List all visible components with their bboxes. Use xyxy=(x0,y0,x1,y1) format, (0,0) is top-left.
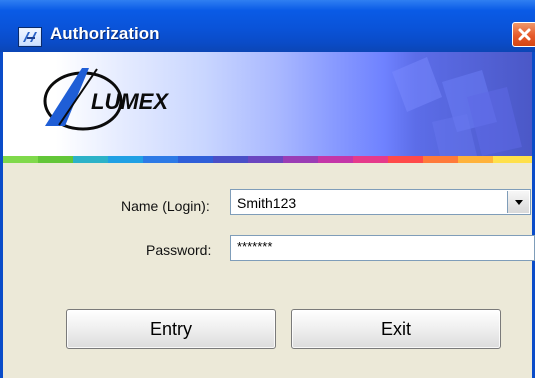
entry-button[interactable]: Entry xyxy=(66,309,276,349)
name-combobox[interactable]: Smith123 xyxy=(230,189,531,215)
strip-segment xyxy=(178,156,213,163)
name-value: Smith123 xyxy=(237,195,297,211)
color-strip xyxy=(3,156,532,163)
chevron-down-icon xyxy=(515,200,523,205)
strip-segment xyxy=(493,156,532,163)
exit-button[interactable]: Exit xyxy=(291,309,501,349)
strip-segment xyxy=(248,156,283,163)
close-icon xyxy=(518,28,531,41)
password-field[interactable]: ******* xyxy=(230,235,535,261)
strip-segment xyxy=(283,156,318,163)
lumex-logo: LUMEX xyxy=(43,68,169,131)
strip-segment xyxy=(423,156,458,163)
strip-segment xyxy=(318,156,353,163)
logo-text: LUMEX xyxy=(91,89,169,114)
close-button[interactable] xyxy=(512,22,535,47)
authorization-window: Authorization LUMEX Name (Login): Smith1… xyxy=(0,0,535,378)
password-label: Password: xyxy=(146,242,212,258)
login-form: Name (Login): Smith123 Password: *******… xyxy=(3,163,535,378)
strip-segment xyxy=(73,156,108,163)
strip-segment xyxy=(388,156,423,163)
name-label: Name (Login): xyxy=(121,198,210,214)
banner: LUMEX xyxy=(3,52,532,156)
strip-segment xyxy=(353,156,388,163)
strip-segment xyxy=(143,156,178,163)
strip-segment xyxy=(108,156,143,163)
window-title: Authorization xyxy=(50,24,160,43)
banner-decoration xyxy=(392,57,522,156)
app-icon xyxy=(18,27,42,47)
strip-segment xyxy=(458,156,493,163)
dropdown-button[interactable] xyxy=(507,191,529,213)
title-bar[interactable]: Authorization xyxy=(0,0,535,52)
strip-segment xyxy=(3,156,38,163)
strip-segment xyxy=(213,156,248,163)
strip-segment xyxy=(38,156,73,163)
